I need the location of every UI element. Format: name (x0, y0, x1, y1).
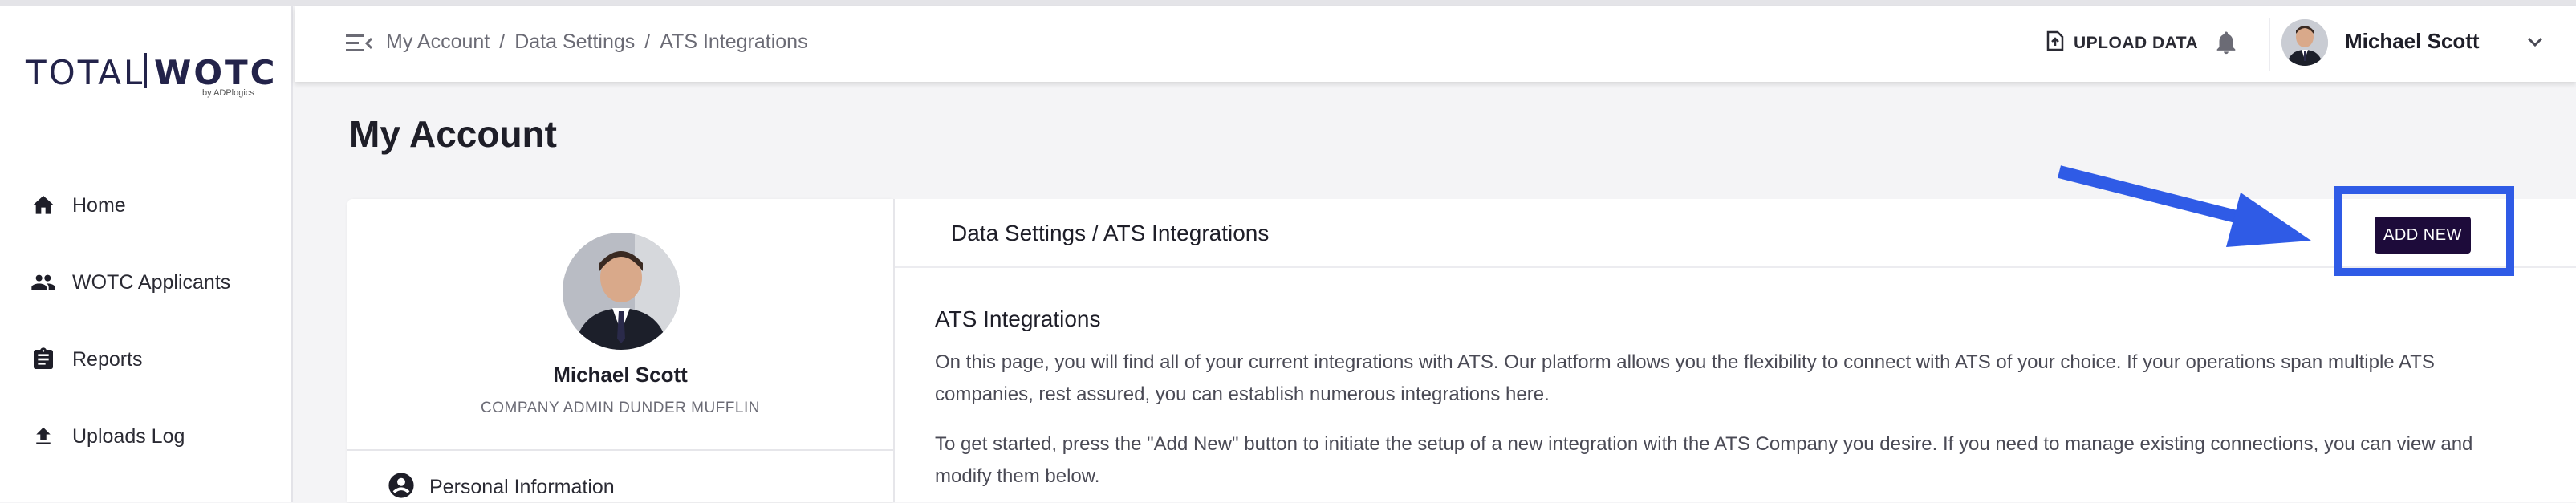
sidebar-item-home[interactable]: Home (0, 167, 291, 244)
sidebar-item-label: WOTC Applicants (72, 270, 231, 294)
sidebar-nav: Home WOTC Applicants Reports Uploads Log (0, 167, 291, 475)
profile-menu-label: Personal Information (429, 476, 615, 498)
collapse-menu-icon[interactable] (346, 32, 373, 55)
annotation-arrow (2058, 165, 2311, 247)
sidebar-item-label: Uploads Log (72, 424, 185, 448)
chevron-down-icon[interactable] (2524, 30, 2546, 53)
profile-role: COMPANY ADMIN DUNDER MUFFLIN (481, 400, 760, 416)
clipboard-icon (29, 345, 58, 374)
breadcrumb-separator: / (499, 30, 506, 53)
logo-wotc: WOTC (154, 53, 278, 92)
top-border (0, 0, 2576, 6)
sidebar: TOTAL WOTC by ADPlogics Home WOTC Applic… (0, 6, 293, 502)
person-icon (388, 472, 415, 503)
sidebar-item-reports[interactable]: Reports (0, 321, 291, 398)
breadcrumb-my-account[interactable]: My Account (386, 30, 490, 54)
intro-paragraph: On this page, you will find all of your … (935, 351, 2435, 405)
profile-divider (347, 449, 893, 451)
upload-data-label: UPLOAD DATA (2074, 33, 2199, 52)
people-icon (29, 268, 58, 297)
logo-byline: by ADPlogics (202, 88, 254, 98)
user-name[interactable]: Michael Scott (2345, 29, 2480, 54)
breadcrumb-separator: / (644, 30, 651, 53)
home-icon (29, 191, 58, 220)
file-upload-icon (2046, 30, 2064, 55)
avatar[interactable] (2281, 19, 2328, 66)
content-header-title: Data Settings / ATS Integrations (951, 221, 1270, 245)
logo[interactable]: TOTAL WOTC by ADPlogics (26, 47, 275, 103)
profile-avatar (563, 233, 680, 350)
section-title: ATS Integrations (935, 306, 1101, 331)
sidebar-item-label: Home (72, 193, 126, 217)
sidebar-item-wotc-applicants[interactable]: WOTC Applicants (0, 244, 291, 321)
page-title: My Account (349, 113, 557, 155)
breadcrumb-ats-integrations: ATS Integrations (660, 30, 808, 53)
bell-icon[interactable] (2212, 27, 2240, 58)
profile-name: Michael Scott (553, 363, 688, 387)
upload-icon (29, 422, 58, 451)
upload-data-button[interactable]: UPLOAD DATA (2046, 30, 2198, 55)
profile-card: Michael Scott COMPANY ADMIN DUNDER MUFFL… (347, 199, 893, 502)
sidebar-item-uploads-log[interactable]: Uploads Log (0, 398, 291, 475)
logo-total: TOTAL (26, 53, 145, 92)
breadcrumb: My Account / Data Settings / ATS Integra… (386, 30, 808, 54)
annotation-highlight-box (2334, 186, 2514, 276)
header-divider (2269, 18, 2270, 71)
sidebar-item-label: Reports (72, 347, 143, 371)
instructions-paragraph: To get started, press the "Add New" butt… (935, 433, 2473, 487)
logo-divider (144, 53, 147, 88)
top-header: My Account / Data Settings / ATS Integra… (295, 6, 2576, 82)
profile-menu-personal-information[interactable]: Personal Information (388, 472, 615, 503)
breadcrumb-data-settings[interactable]: Data Settings (514, 30, 635, 54)
